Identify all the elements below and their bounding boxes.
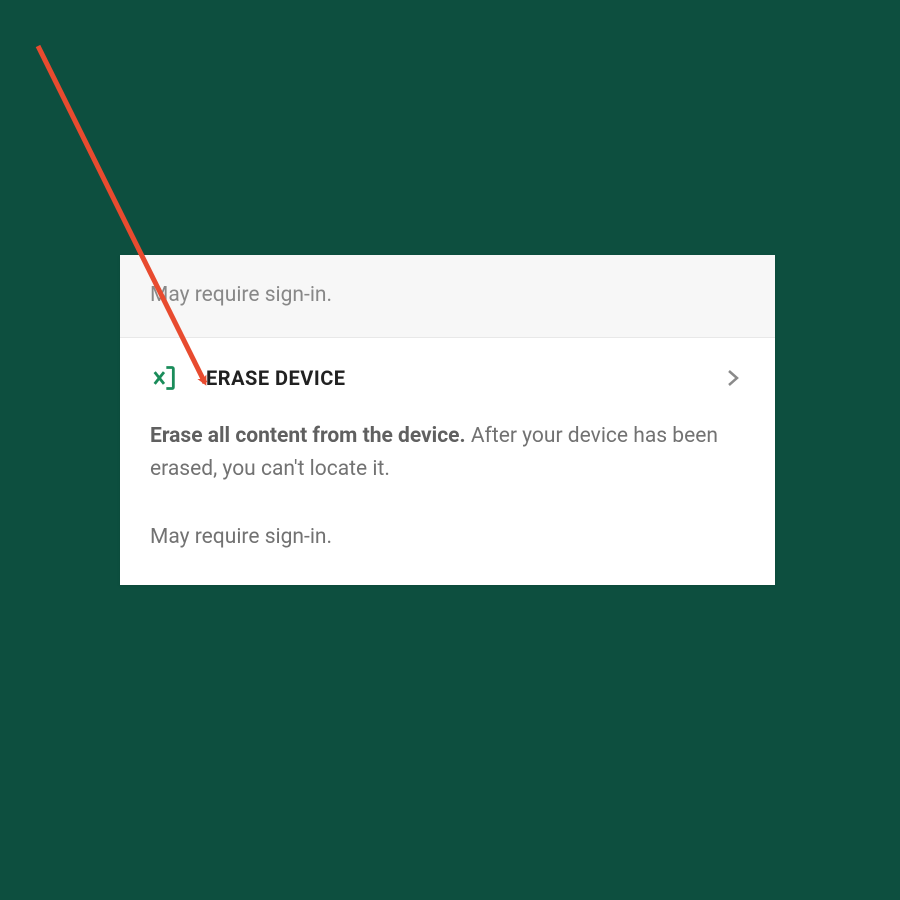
chevron-right-icon bbox=[721, 366, 745, 390]
erase-title: ERASE DEVICE bbox=[206, 366, 693, 390]
erase-description-bold: Erase all content from the device. bbox=[150, 424, 466, 448]
top-section: May require sign-in. bbox=[120, 255, 775, 338]
top-signin-note: May require sign-in. bbox=[150, 283, 745, 307]
erase-device-icon bbox=[150, 364, 178, 392]
erase-header-row[interactable]: ERASE DEVICE bbox=[150, 364, 745, 392]
erase-signin-note: May require sign-in. bbox=[150, 525, 745, 549]
erase-description: Erase all content from the device. After… bbox=[150, 420, 745, 485]
erase-section[interactable]: ERASE DEVICE Erase all content from the … bbox=[120, 338, 775, 585]
device-card: May require sign-in. ERASE DEVICE Erase … bbox=[120, 255, 775, 585]
